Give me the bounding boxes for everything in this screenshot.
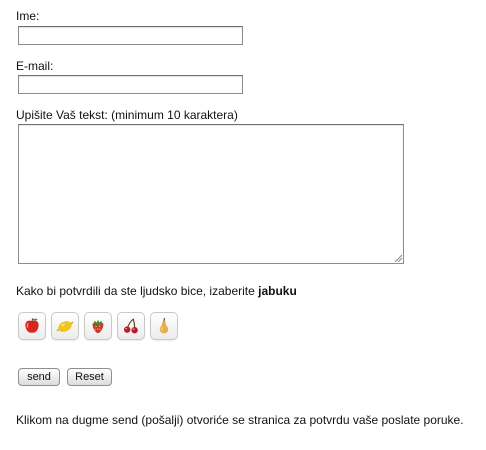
captcha-target-word: jabuku (258, 284, 297, 298)
captcha-option-pear[interactable] (150, 312, 178, 340)
reset-button[interactable]: Reset (67, 368, 112, 386)
name-label: Ime: (16, 9, 40, 23)
message-label: Upišite Vaš tekst: (minimum 10 karaktera… (16, 108, 238, 122)
apple-icon (25, 318, 39, 333)
captcha-option-strawberry[interactable] (84, 312, 112, 340)
message-textarea[interactable] (18, 124, 404, 264)
name-input[interactable] (18, 26, 243, 45)
email-label: E-mail: (16, 59, 54, 73)
captcha-prompt: Kako bi potvrdili da ste ljudsko bice, i… (16, 284, 297, 298)
captcha-option-cherries[interactable] (117, 312, 145, 340)
lemon-icon (56, 321, 74, 332)
message-wrapper (18, 124, 404, 264)
captcha-option-lemon[interactable] (51, 312, 79, 340)
email-input[interactable] (18, 75, 243, 94)
strawberry-icon (92, 320, 104, 334)
captcha-option-apple[interactable] (18, 312, 46, 340)
send-button[interactable]: send (18, 368, 60, 386)
cherries-icon (124, 318, 138, 334)
pear-icon (159, 317, 169, 334)
footer-note: Klikom na dugme send (pošalji) otvoriće … (16, 413, 464, 427)
captcha-prompt-text: Kako bi potvrdili da ste ljudsko bice, i… (16, 284, 259, 298)
